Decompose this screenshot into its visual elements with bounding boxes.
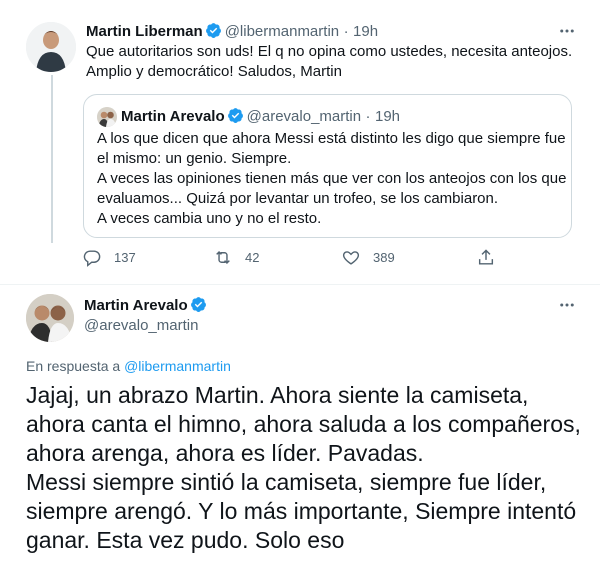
avatar-arevalo[interactable] (26, 294, 74, 342)
quote-timestamp: 19h (375, 108, 401, 125)
separator-dot: · (343, 23, 349, 40)
tweet1-text-line: Amplio y democrático! Saludos, Martin (86, 63, 342, 80)
reply-to-link[interactable]: @libermanmartin (124, 358, 231, 374)
reply-action[interactable]: 137 (83, 248, 136, 267)
avatar-liberman[interactable] (26, 22, 76, 72)
like-action[interactable]: 389 (341, 248, 395, 267)
quote-text-line: A veces cambia uno y no el resto. (97, 210, 322, 227)
retweet-action[interactable]: 42 (213, 248, 259, 267)
more-options-icon[interactable] (558, 296, 576, 314)
reply-prefix: En respuesta a (26, 358, 125, 374)
tweet1-text-line: Que autoritarios son uds! El q no opina … (86, 43, 573, 60)
tweet2-text-line: ahora arenga, ahora es líder. Pavadas. (26, 440, 424, 466)
reply-count: 137 (114, 250, 136, 265)
verified-badge-icon (227, 108, 243, 123)
verified-badge-icon (190, 297, 206, 312)
thread-line (51, 75, 53, 243)
like-count: 389 (373, 250, 395, 265)
share-icon (478, 249, 494, 265)
tweet2-text-line: ahora canta el himno, ahora saluda a los… (26, 411, 581, 437)
timestamp[interactable]: 19h (353, 23, 378, 40)
tweet2-text-line: Jajaj, un abrazo Martin. Ahora siente la… (26, 382, 529, 408)
quote-text-line: evaluamos... Quizá por levantar un trofe… (97, 190, 499, 207)
share-action[interactable] (476, 248, 508, 267)
quote-text-line: el mismo: un genio. Siempre. (97, 150, 292, 167)
quote-header: Martin Arevalo @arevalo_martin · 19h (121, 107, 400, 127)
avatar-arevalo-small[interactable] (97, 107, 117, 127)
arevalo-photo-icon (97, 107, 117, 127)
divider (0, 284, 600, 285)
tweet2-text-line: ganar. Esta vez pudo. Solo eso (26, 527, 345, 553)
tweet2-text: Jajaj, un abrazo Martin. Ahora siente la… (26, 381, 581, 555)
author-handle[interactable]: @libermanmartin (225, 23, 339, 40)
tweet1-header: Martin Liberman @libermanmartin · 19h (86, 22, 378, 42)
author-name[interactable]: Martin Liberman (86, 23, 203, 40)
quote-text: A los que dicen que ahora Messi está dis… (97, 129, 566, 229)
author-handle[interactable]: @arevalo_martin (84, 316, 198, 336)
quote-author-handle: @arevalo_martin (246, 108, 362, 125)
reply-context: En respuesta a @libermanmartin (26, 357, 231, 375)
tweet2-text-line: Messi siempre sintió la camiseta, siempr… (26, 469, 547, 495)
tweet2-text-line: siempre arengó. Y lo más importante, Sie… (26, 498, 577, 524)
quote-text-line: A los que dicen que ahora Messi está dis… (97, 130, 566, 147)
author-name[interactable]: Martin Arevalo (84, 297, 188, 314)
retweet-count: 42 (245, 250, 260, 265)
more-options-icon[interactable] (558, 22, 576, 40)
tweet2-name-row: Martin Arevalo (84, 296, 210, 315)
retweet-icon (216, 250, 230, 265)
tweet1-text: Que autoritarios son uds! El q no opina … (86, 42, 572, 82)
quote-author-name: Martin Arevalo (121, 108, 225, 125)
arevalo-photo-icon (26, 294, 74, 342)
reply-icon (83, 250, 101, 267)
verified-badge-icon (205, 23, 221, 38)
liberman-photo-icon (26, 22, 76, 72)
quote-text-line: A veces las opiniones tienen más que ver… (97, 170, 567, 187)
separator-dot: · (365, 108, 371, 125)
heart-icon (342, 251, 360, 265)
